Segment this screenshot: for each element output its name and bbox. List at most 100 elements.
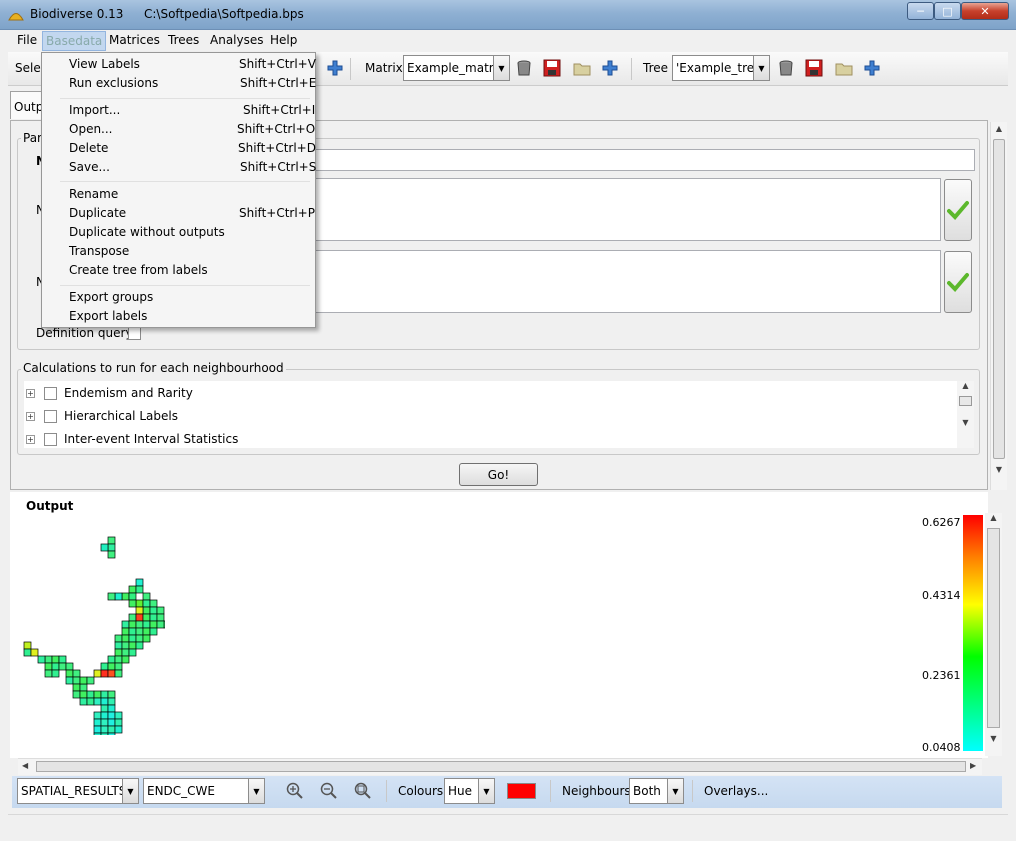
map-cell[interactable] <box>79 690 88 699</box>
map-cell[interactable] <box>114 669 123 678</box>
map-cell[interactable] <box>114 641 123 650</box>
map-cell[interactable] <box>107 718 116 727</box>
menu-item-transpose[interactable]: Transpose <box>69 244 129 258</box>
chevron-down-icon[interactable]: ▼ <box>248 778 265 804</box>
map-cell[interactable] <box>135 634 144 643</box>
minimize-button[interactable]: ─ <box>907 2 934 20</box>
scroll-thumb[interactable] <box>36 761 966 772</box>
map-cell[interactable] <box>135 578 144 587</box>
map-cell[interactable] <box>135 627 144 636</box>
chevron-down-icon[interactable]: ▼ <box>753 55 770 81</box>
map-cell[interactable] <box>100 725 109 734</box>
menu-item-create-tree[interactable]: Create tree from labels <box>69 263 208 277</box>
map-cell[interactable] <box>107 704 116 713</box>
map-cell[interactable] <box>51 669 60 678</box>
map-cell[interactable] <box>142 613 151 622</box>
panel-scrollbar[interactable]: ▲ ▼ <box>990 122 1007 490</box>
map-cell[interactable] <box>135 606 144 615</box>
colour-swatch-button[interactable] <box>507 783 536 799</box>
map-cell[interactable] <box>107 732 116 735</box>
menu-item-duplicate-without-outputs[interactable]: Duplicate without outputs <box>69 225 225 239</box>
map-cell[interactable] <box>156 613 165 622</box>
map-cell[interactable] <box>72 690 81 699</box>
expand-icon[interactable]: + <box>26 434 35 444</box>
open-tree-icon[interactable] <box>835 59 853 77</box>
map-cell[interactable] <box>114 662 123 671</box>
map-cell[interactable] <box>100 543 109 552</box>
menu-item-duplicate[interactable]: Duplicate <box>69 206 126 220</box>
map-cell[interactable] <box>142 634 151 643</box>
map-cell[interactable] <box>107 697 116 706</box>
list-item[interactable]: + Hierarchical Labels <box>26 406 178 426</box>
menu-item-export-groups[interactable]: Export groups <box>69 290 153 304</box>
tab-output[interactable]: Outp <box>10 91 44 119</box>
map-cell[interactable] <box>135 641 144 650</box>
map-cell[interactable] <box>93 690 102 699</box>
map-cell[interactable] <box>149 599 158 608</box>
map-cell[interactable] <box>79 683 88 692</box>
map-cell[interactable] <box>100 711 109 720</box>
map-cell[interactable] <box>128 627 137 636</box>
menu-basedata[interactable]: Basedata <box>42 31 107 51</box>
map-cell[interactable] <box>37 655 46 664</box>
map-cell[interactable] <box>128 613 137 622</box>
add-basedata-icon[interactable] <box>326 59 344 77</box>
scroll-down-icon[interactable]: ▼ <box>991 465 1007 474</box>
map-cell[interactable] <box>107 543 116 552</box>
scroll-thumb[interactable] <box>987 528 1000 728</box>
map-cell[interactable] <box>121 655 130 664</box>
spatial-map[interactable] <box>20 535 165 735</box>
open-matrix-icon[interactable] <box>573 59 591 77</box>
map-cell[interactable] <box>100 662 109 671</box>
chevron-down-icon[interactable]: ▼ <box>667 778 684 804</box>
map-cell[interactable] <box>93 697 102 706</box>
maximize-button[interactable]: □ <box>934 2 961 20</box>
matrix-combo[interactable]: Example_matrix <box>403 55 494 81</box>
map-cell[interactable] <box>114 718 123 727</box>
scroll-up-icon[interactable]: ▲ <box>991 124 1007 133</box>
map-cell[interactable] <box>114 725 123 734</box>
map-cell[interactable] <box>121 641 130 650</box>
map-cell[interactable] <box>51 662 60 671</box>
map-cell[interactable] <box>114 634 123 643</box>
map-cell[interactable] <box>58 655 67 664</box>
map-cell[interactable] <box>58 662 67 671</box>
check-neighbourhood2-button[interactable] <box>944 251 972 313</box>
neighbourhood2-textarea[interactable] <box>315 250 941 313</box>
map-cell[interactable] <box>121 620 130 629</box>
scroll-down-icon[interactable]: ▼ <box>985 734 1002 743</box>
map-cell[interactable] <box>107 550 116 559</box>
tree-combo[interactable]: 'Example_tree' <box>672 55 754 81</box>
menu-analyses[interactable]: Analyses <box>207 33 267 47</box>
calc-checkbox[interactable] <box>44 432 57 446</box>
map-cell[interactable] <box>44 655 53 664</box>
scroll-up-icon[interactable]: ▲ <box>985 513 1002 522</box>
calculations-scrollbar[interactable]: ▲ ▼ <box>957 381 974 448</box>
map-cell[interactable] <box>72 676 81 685</box>
expand-icon[interactable]: + <box>26 411 35 421</box>
map-cell[interactable] <box>128 592 137 601</box>
save-tree-icon[interactable] <box>805 59 823 77</box>
map-cell[interactable] <box>30 648 39 657</box>
menu-item-export-labels[interactable]: Export labels <box>69 309 147 323</box>
map-cell[interactable] <box>93 669 102 678</box>
map-cell[interactable] <box>100 718 109 727</box>
scroll-up-icon[interactable]: ▲ <box>957 381 974 390</box>
scroll-left-icon[interactable]: ◀ <box>22 761 28 770</box>
map-cell[interactable] <box>156 620 165 629</box>
map-cell[interactable] <box>114 592 123 601</box>
delete-tree-icon[interactable] <box>777 59 795 77</box>
map-cell[interactable] <box>100 690 109 699</box>
map-cell[interactable] <box>23 641 32 650</box>
map-cell[interactable] <box>149 620 158 629</box>
map-cell[interactable] <box>142 599 151 608</box>
map-cell[interactable] <box>142 620 151 629</box>
output-hscroll[interactable]: ◀ ▶ <box>18 758 982 775</box>
neighbourhood1-textarea[interactable] <box>315 178 941 241</box>
map-cell[interactable] <box>100 697 109 706</box>
calc-checkbox[interactable] <box>44 409 57 423</box>
menu-help[interactable]: Help <box>267 33 300 47</box>
map-cell[interactable] <box>149 613 158 622</box>
map-cell[interactable] <box>121 592 130 601</box>
map-cell[interactable] <box>135 613 144 622</box>
